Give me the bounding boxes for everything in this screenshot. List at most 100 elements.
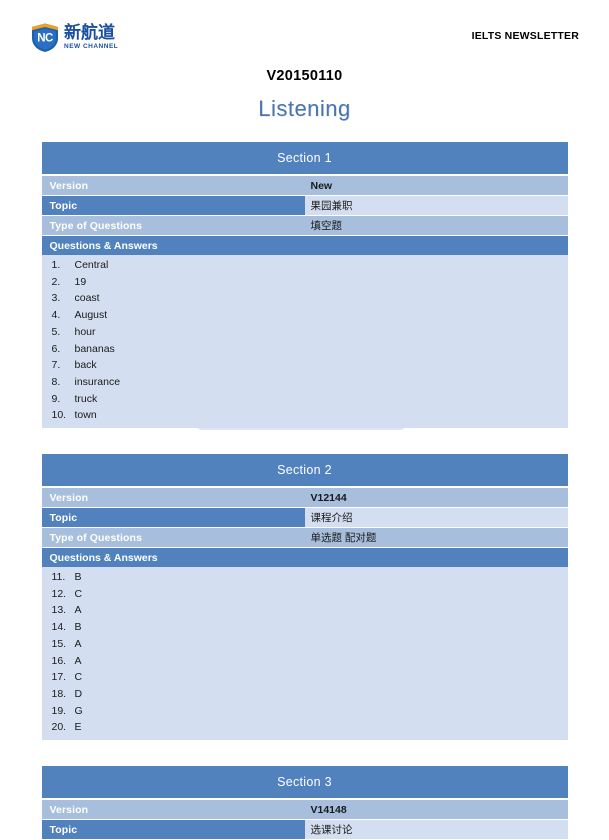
table-row: Topic 果园兼职	[41, 195, 568, 216]
label-version: Version	[41, 175, 305, 196]
answer-text: hour	[74, 325, 96, 338]
answer-number: 10.	[51, 409, 67, 422]
qa-body-row: 11. B 12. C 13. A 14. B 15. A 16. A 17. C 18. D 19. G 20. E	[41, 567, 568, 741]
answer-number: 9.	[51, 392, 61, 405]
list-item: 5. hour	[42, 324, 568, 341]
answer-number: 17.	[51, 671, 67, 684]
answer-text: G	[74, 704, 83, 717]
value-type-of-questions: 单选题 配对题	[304, 527, 568, 549]
answer-text: coast	[74, 292, 100, 305]
list-item: 20. E	[42, 719, 568, 736]
answer-number: 15.	[51, 637, 67, 650]
answer-number: 2.	[51, 275, 61, 288]
answer-text: back	[74, 359, 97, 372]
section-heading: Section 3	[41, 766, 568, 801]
qa-heading-row: Questions & Answers	[41, 235, 568, 255]
list-item: 2. 19	[42, 274, 568, 291]
table-row: Version New	[41, 175, 568, 196]
label-questions-answers: Questions & Answers	[41, 235, 568, 255]
answers-cell: 11. B 12. C 13. A 14. B 15. A 16. A 17. C 18. D 19. G 20. E	[41, 567, 568, 741]
answer-number: 14.	[51, 621, 67, 634]
answer-number: 3.	[51, 292, 61, 305]
page-title: Listening	[258, 96, 351, 121]
label-version: Version	[41, 487, 305, 509]
label-type-of-questions: Type of Questions	[41, 215, 305, 236]
section-heading: Section 1	[41, 142, 568, 176]
table-row: Type of Questions 填空题	[41, 215, 568, 236]
shield-icon: NC	[30, 22, 60, 53]
answer-number: 7.	[51, 359, 61, 372]
table-row: Topic 选课讨论	[41, 819, 568, 840]
answer-number: 6.	[51, 342, 61, 355]
section-heading-row: Section 3	[41, 766, 568, 801]
answer-text: A	[74, 604, 82, 617]
answer-text: Central	[74, 259, 109, 271]
answer-number: 20.	[51, 721, 67, 734]
label-questions-answers: Questions & Answers	[41, 547, 568, 568]
answer-number: 1.	[51, 259, 61, 271]
answer-text: A	[74, 654, 82, 667]
table-row: Type of Questions 单选题 配对题	[41, 527, 568, 549]
answer-text: A	[74, 637, 82, 650]
answer-number: 13.	[51, 604, 67, 617]
answer-number: 4.	[51, 309, 61, 322]
answer-text: D	[74, 687, 83, 700]
newsletter-label: IELTS NEWSLETTER	[471, 30, 579, 42]
answer-text: B	[74, 571, 82, 584]
svg-text:NC: NC	[37, 32, 53, 44]
list-item: 19. G	[42, 703, 568, 720]
brand-name-en: NEW CHANNEL	[64, 42, 119, 50]
answers-cell: 1. Central 2. 19 3. coast 4. August 5. hour 6. bana…	[41, 255, 568, 429]
section-table: Section 3 Version V14148 Topic 选课讨论	[41, 766, 568, 840]
value-topic: 课程介绍	[304, 507, 568, 529]
answer-text: C	[74, 671, 83, 684]
qa-heading-row: Questions & Answers	[41, 547, 568, 568]
sections-container: Section 1 Version New Topic 果园兼职 Type of Ques…	[0, 142, 609, 840]
answer-text: B	[74, 621, 82, 634]
answer-text: town	[74, 409, 97, 422]
list-item: 17. C	[42, 669, 568, 686]
list-item: 7. back	[42, 357, 568, 374]
section-heading-row: Section 2	[41, 454, 568, 489]
value-version: New	[304, 175, 568, 196]
label-version: Version	[41, 799, 305, 821]
table-row: Version V14148	[41, 799, 568, 821]
label-topic: Topic	[41, 819, 305, 840]
list-item: 4. August	[42, 307, 568, 324]
answer-number: 12.	[51, 587, 67, 600]
value-topic: 选课讨论	[304, 819, 568, 840]
answer-number: 5.	[51, 325, 61, 338]
answer-text: 19	[74, 275, 87, 288]
answers-list: 11. B 12. C 13. A 14. B 15. A 16. A 17. C 18. D 19. G 20. E	[42, 569, 568, 736]
document-code: V20150110	[266, 68, 343, 84]
answer-number: 8.	[51, 375, 61, 388]
section-table: Section 2 Version V12144 Topic 课程介绍 Type of Q…	[41, 454, 568, 741]
table-row: Topic 课程介绍	[41, 507, 568, 529]
list-item: 10. town	[42, 407, 568, 424]
answer-text: August	[74, 309, 108, 322]
page-header: NC 新航道 NEW CHANNEL IELTS NEWSLETTER	[0, 0, 609, 60]
list-item: 6. bananas	[42, 341, 568, 358]
list-item: 1. Central	[42, 257, 568, 274]
list-item: 12. C	[42, 586, 568, 603]
list-item: 11. B	[42, 569, 568, 586]
value-version: V14148	[304, 799, 568, 821]
answer-number: 11.	[51, 571, 66, 584]
list-item: 8. insurance	[42, 374, 568, 391]
section-heading-row: Section 1	[41, 142, 568, 176]
brand-wordmark: 新航道 NEW CHANNEL	[64, 24, 119, 51]
list-item: 13. A	[42, 602, 568, 619]
answer-text: bananas	[74, 342, 115, 355]
label-topic: Topic	[41, 195, 305, 216]
answer-text: truck	[74, 392, 98, 405]
answer-number: 18.	[51, 687, 67, 700]
section-heading: Section 2	[41, 454, 568, 489]
value-topic: 果园兼职	[304, 195, 568, 216]
list-item: 15. A	[42, 636, 568, 653]
list-item: 18. D	[42, 686, 568, 703]
value-version: V12144	[304, 487, 568, 509]
brand-logo: NC 新航道 NEW CHANNEL	[30, 22, 118, 53]
answer-number: 16.	[51, 654, 67, 667]
label-type-of-questions: Type of Questions	[41, 527, 305, 549]
answers-list: 1. Central 2. 19 3. coast 4. August 5. hour 6. bana…	[42, 257, 568, 424]
